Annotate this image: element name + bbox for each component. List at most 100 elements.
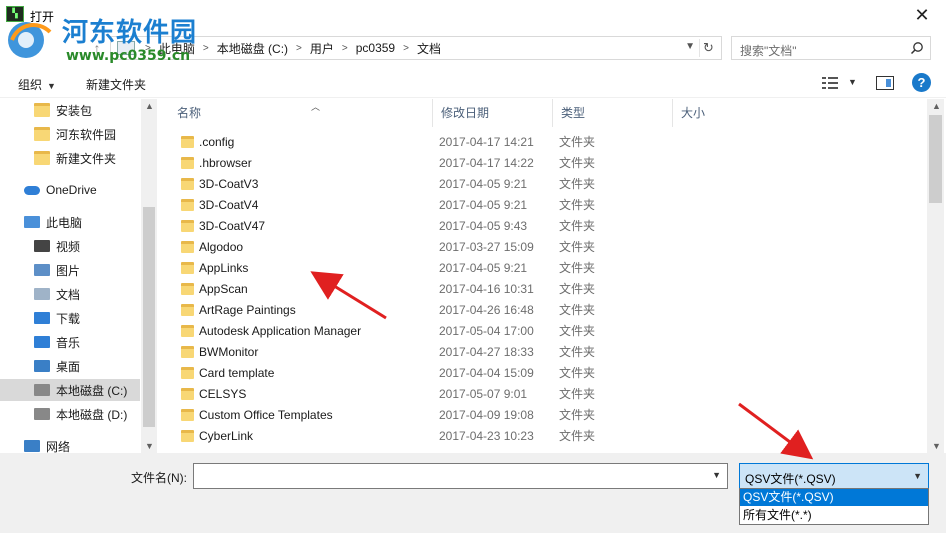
- sidebar-item-0[interactable]: 安装包: [0, 99, 140, 121]
- nav-scrollbar[interactable]: ▲ ▼: [141, 99, 157, 453]
- sidebar-item-3[interactable]: OneDrive: [0, 179, 140, 201]
- column-header: 名称 ︿ 修改日期 类型 大小: [157, 99, 927, 127]
- file-name: Algodoo: [199, 239, 244, 254]
- address-history-dropdown-icon[interactable]: ▼: [685, 41, 695, 52]
- view-menu-chevron-icon[interactable]: ▼: [848, 77, 857, 87]
- sidebar-item-10[interactable]: 桌面: [0, 355, 140, 377]
- search-box[interactable]: 搜索"文档": [731, 36, 931, 60]
- file-date: 2017-04-27 18:33: [439, 344, 534, 359]
- view-options-icon[interactable]: [822, 76, 838, 90]
- navigation-pane: 安装包 河东软件园 新建文件夹 OneDrive 此电脑视频 图片文档下载 音乐 桌面本地磁盘…: [0, 99, 157, 453]
- chevron-down-icon: ▼: [47, 81, 56, 91]
- sidebar-item-12[interactable]: 本地磁盘 (D:): [0, 403, 140, 425]
- file-row[interactable]: Card template 2017-04-04 15:09 文件夹: [157, 362, 927, 383]
- search-input[interactable]: 搜索"文档": [740, 42, 797, 59]
- chevron-down-icon: ▼: [913, 471, 922, 481]
- file-row[interactable]: CyberLink 2017-04-23 10:23 文件夹: [157, 425, 927, 446]
- file-type: 文件夹: [559, 156, 596, 170]
- file-row[interactable]: Algodoo 2017-03-27 15:09 文件夹: [157, 236, 927, 257]
- breadcrumb-users[interactable]: 用户: [310, 40, 334, 57]
- breadcrumb-pc0359[interactable]: pc0359: [356, 41, 395, 55]
- refresh-button[interactable]: ↻: [699, 39, 717, 57]
- file-date: 2017-03-27 15:09: [439, 239, 534, 254]
- column-date[interactable]: 修改日期: [433, 99, 553, 127]
- breadcrumb-separator[interactable]: >: [145, 43, 151, 54]
- folder-icon: [181, 387, 194, 400]
- sidebar-item-9[interactable]: 音乐: [0, 331, 140, 353]
- sidebar-item-2[interactable]: 新建文件夹: [0, 147, 140, 169]
- file-type-option-qsv[interactable]: QSV文件(*.QSV): [740, 489, 928, 506]
- sidebar-item-label: 此电脑: [46, 215, 83, 230]
- sidebar-item-8[interactable]: 下载: [0, 307, 140, 329]
- file-list-scroll-thumb[interactable]: [929, 115, 942, 203]
- column-size[interactable]: 大小: [673, 99, 763, 127]
- file-name-input[interactable]: ▼: [193, 463, 728, 489]
- file-date: 2017-04-05 9:21: [439, 176, 528, 191]
- sidebar-item-1[interactable]: 河东软件园: [0, 123, 140, 145]
- folder-icon: [181, 240, 194, 253]
- file-row[interactable]: Custom Office Templates 2017-04-09 19:08 文…: [157, 404, 927, 425]
- sidebar-item-7[interactable]: 文档: [0, 283, 140, 305]
- address-bar[interactable]: > 此电脑 > 本地磁盘 (C:) > 用户 > pc0359 > 文档 ▼ ↻: [110, 36, 722, 60]
- sidebar-item-label: 网络: [46, 439, 71, 454]
- breadcrumb-documents[interactable]: 文档: [417, 40, 441, 57]
- sidebar-item-5[interactable]: 视频: [0, 235, 140, 257]
- file-date: 2017-04-05 9:21: [439, 197, 528, 212]
- sidebar-item-label: 本地磁盘 (D:): [56, 407, 128, 422]
- file-type: 文件夹: [559, 429, 596, 443]
- file-row[interactable]: 3D-CoatV3 2017-04-05 9:21 文件夹: [157, 173, 927, 194]
- file-date: 2017-04-05 9:21: [439, 260, 528, 275]
- file-row[interactable]: CELSYS 2017-05-07 9:01 文件夹: [157, 383, 927, 404]
- video-icon: [34, 240, 50, 252]
- breadcrumb-separator[interactable]: >: [403, 43, 409, 54]
- file-row[interactable]: 3D-CoatV4 2017-04-05 9:21 文件夹: [157, 194, 927, 215]
- cloud-icon: [24, 185, 40, 195]
- folder-icon: [181, 282, 194, 295]
- drive-icon: [34, 408, 50, 420]
- breadcrumb-separator[interactable]: >: [203, 43, 209, 54]
- up-button[interactable]: ↑: [88, 37, 106, 59]
- scroll-down-icon[interactable]: ▼: [932, 441, 941, 451]
- file-row[interactable]: Autodesk Application Manager 2017-05-04 1…: [157, 320, 927, 341]
- column-name[interactable]: 名称 ︿: [169, 99, 433, 127]
- folder-icon: [181, 156, 194, 169]
- scroll-up-icon[interactable]: ▲: [145, 101, 154, 111]
- drive-icon: [34, 384, 50, 396]
- search-icon[interactable]: [910, 41, 924, 55]
- sidebar-item-label: 文档: [56, 287, 81, 302]
- chevron-down-icon[interactable]: ▼: [712, 470, 721, 480]
- breadcrumb-separator[interactable]: >: [296, 43, 302, 54]
- file-type: 文件夹: [559, 261, 596, 275]
- file-row[interactable]: 3D-CoatV47 2017-04-05 9:43 文件夹: [157, 215, 927, 236]
- file-row[interactable]: .hbrowser 2017-04-17 14:22 文件夹: [157, 152, 927, 173]
- column-type[interactable]: 类型: [553, 99, 673, 127]
- file-row[interactable]: BWMonitor 2017-04-27 18:33 文件夹: [157, 341, 927, 362]
- file-name: .hbrowser: [199, 155, 252, 170]
- file-row[interactable]: AppLinks 2017-04-05 9:21 文件夹: [157, 257, 927, 278]
- file-row[interactable]: ArtRage Paintings 2017-04-26 16:48 文件夹: [157, 299, 927, 320]
- file-row[interactable]: AppScan 2017-04-16 10:31 文件夹: [157, 278, 927, 299]
- breadcrumb-drive-c[interactable]: 本地磁盘 (C:): [217, 40, 288, 57]
- file-row[interactable]: .config 2017-04-17 14:21 文件夹: [157, 131, 927, 152]
- file-list-scrollbar[interactable]: ▲ ▼: [927, 99, 944, 453]
- file-type-option-all[interactable]: 所有文件(*.*): [740, 507, 928, 524]
- scroll-down-icon[interactable]: ▼: [145, 441, 154, 451]
- file-name: Custom Office Templates: [199, 407, 333, 422]
- file-name: 3D-CoatV3: [199, 176, 259, 191]
- breadcrumb-this-pc[interactable]: 此电脑: [159, 40, 195, 57]
- nav-scroll-thumb[interactable]: [143, 207, 155, 427]
- file-type-select[interactable]: QSV文件(*.QSV) ▼: [739, 463, 929, 489]
- close-button[interactable]: ✕: [908, 4, 936, 26]
- sidebar-item-6[interactable]: 图片: [0, 259, 140, 281]
- help-icon[interactable]: ?: [912, 73, 931, 92]
- sidebar-item-label: 本地磁盘 (C:): [56, 383, 128, 398]
- sidebar-item-11[interactable]: 本地磁盘 (C:): [0, 379, 140, 401]
- sidebar-item-13[interactable]: 网络: [0, 435, 140, 453]
- new-folder-button[interactable]: 新建文件夹: [86, 76, 146, 93]
- organize-button[interactable]: 组织 ▼: [18, 76, 56, 93]
- preview-pane-icon[interactable]: [876, 76, 894, 90]
- sidebar-item-4[interactable]: 此电脑: [0, 211, 140, 233]
- breadcrumb-separator[interactable]: >: [342, 43, 348, 54]
- folder-icon: [181, 135, 194, 148]
- scroll-up-icon[interactable]: ▲: [932, 101, 941, 111]
